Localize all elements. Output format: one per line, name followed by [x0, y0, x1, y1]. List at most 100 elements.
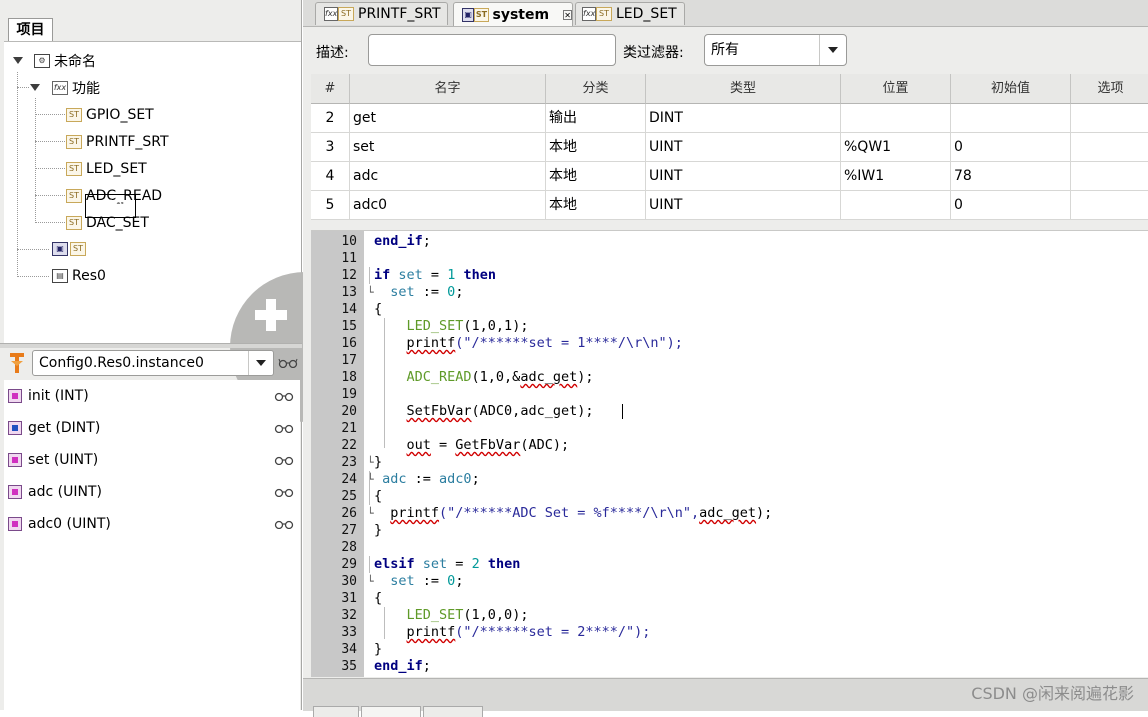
chevron-down-icon[interactable]	[248, 351, 273, 375]
col-header-number[interactable]: #	[311, 74, 350, 104]
st-icon: ST	[66, 189, 82, 203]
table-cell[interactable]: %IW1	[841, 162, 951, 191]
table-cell[interactable]: 本地	[546, 191, 646, 220]
text-caret	[622, 404, 623, 419]
table-cell[interactable]: get	[350, 104, 546, 133]
code-line-22: out = GetFbVar(ADC);	[374, 437, 569, 454]
glasses-icon[interactable]	[274, 519, 294, 529]
instance-value: Config0.Res0.instance0	[39, 355, 204, 371]
tree-item-printf-srt[interactable]: ST PRINTF_SRT	[66, 131, 169, 153]
glasses-icon[interactable]	[274, 423, 294, 433]
table-cell[interactable]	[1071, 162, 1148, 191]
table-cell[interactable]: UINT	[646, 191, 841, 220]
close-icon[interactable]: ✕	[563, 10, 572, 20]
st-icon: ST	[70, 242, 86, 256]
debug-var-init[interactable]: init (INT)	[4, 381, 300, 411]
bottom-tab[interactable]	[313, 706, 359, 717]
line-number: 25	[311, 488, 357, 505]
line-number: 26	[311, 505, 357, 522]
line-number: 19	[311, 386, 357, 403]
function-icon: fxx	[582, 7, 596, 21]
table-cell[interactable]: DINT	[646, 104, 841, 133]
debug-variable-list: init (INT) get (DINT) set (UINT) adc (UI…	[4, 380, 300, 710]
bottom-tab[interactable]	[423, 706, 483, 717]
glasses-icon[interactable]	[274, 487, 294, 497]
chevron-down-icon[interactable]	[819, 35, 846, 65]
table-cell[interactable]	[951, 104, 1071, 133]
tab-system[interactable]: ▣ ST system ✕	[453, 2, 573, 26]
variable-icon	[8, 389, 22, 403]
expand-root-icon[interactable]	[13, 57, 23, 64]
table-cell[interactable]	[1071, 104, 1148, 133]
debug-icon	[8, 352, 26, 374]
table-cell[interactable]: 输出	[546, 104, 646, 133]
table-cell[interactable]: 0	[951, 133, 1071, 162]
table-cell[interactable]: UINT	[646, 162, 841, 191]
table-cell[interactable]: %QW1	[841, 133, 951, 162]
program-icon: ▣	[52, 242, 68, 256]
line-number: 27	[311, 522, 357, 539]
debug-var-adc0[interactable]: adc0 (UINT)	[4, 509, 300, 539]
table-cell[interactable]: 本地	[546, 133, 646, 162]
table-cell[interactable]: 78	[951, 162, 1071, 191]
debug-var-label: adc (UINT)	[28, 484, 102, 500]
col-header-type[interactable]: 类型	[646, 74, 841, 104]
debug-var-set[interactable]: set (UINT)	[4, 445, 300, 475]
table-cell[interactable]: 4	[311, 162, 350, 191]
table-cell[interactable]	[841, 104, 951, 133]
table-cell[interactable]: UINT	[646, 133, 841, 162]
instance-select[interactable]: Config0.Res0.instance0	[32, 350, 274, 376]
left-panel: 项目 ⚙ 未命名 fxx 功能 ST GPIO_SET ST P	[0, 0, 302, 710]
desc-label: 描述:	[316, 42, 349, 62]
variable-icon	[8, 453, 22, 467]
code-line-18: ADC_READ(1,0,&adc_get);	[374, 369, 594, 386]
col-header-name[interactable]: 名字	[350, 74, 546, 104]
table-cell[interactable]: 3	[311, 133, 350, 162]
table-cell[interactable]: 5	[311, 191, 350, 220]
table-cell[interactable]	[1071, 191, 1148, 220]
glasses-icon[interactable]	[274, 455, 294, 465]
col-header-location[interactable]: 位置	[841, 74, 951, 104]
table-cell[interactable]	[1071, 133, 1148, 162]
table-cell[interactable]	[841, 191, 951, 220]
col-header-initial-value[interactable]: 初始值	[951, 74, 1071, 104]
glasses-icon[interactable]	[274, 391, 294, 401]
debug-var-label: set (UINT)	[28, 452, 98, 468]
expand-folder-icon[interactable]	[30, 84, 40, 91]
glasses-icon[interactable]	[278, 358, 298, 368]
tree-item-system[interactable]: ▣ ST	[52, 238, 86, 260]
bottom-tab[interactable]	[361, 706, 421, 717]
table-cell[interactable]: adc	[350, 162, 546, 191]
tree-item-led-set[interactable]: ST LED_SET	[66, 158, 147, 180]
line-number: 35	[311, 658, 357, 675]
code-line-12: if set = 1 then	[374, 267, 496, 284]
code-line-26: printf("/******ADC Set = %f****/\r\n",ad…	[374, 505, 772, 522]
class-filter-select[interactable]: 所有	[704, 34, 847, 66]
table-cell[interactable]: 本地	[546, 162, 646, 191]
tab-led-set[interactable]: fxx ST LED_SET	[575, 2, 685, 25]
code-line-34: }	[374, 641, 382, 658]
tree-item-label: PRINTF_SRT	[86, 134, 169, 150]
line-number: 16	[311, 335, 357, 352]
col-header-class[interactable]: 分类	[546, 74, 646, 104]
tab-printf-srt[interactable]: fxx ST PRINTF_SRT	[315, 2, 448, 25]
line-number: 34	[311, 641, 357, 658]
table-cell[interactable]: set	[350, 133, 546, 162]
tree-item-gpio-set[interactable]: ST GPIO_SET	[66, 104, 154, 126]
tree-folder[interactable]: fxx 功能	[52, 77, 100, 99]
code-line-14: {	[374, 301, 382, 318]
debug-var-get[interactable]: get (DINT)	[4, 413, 300, 443]
project-tab[interactable]: 项目	[8, 18, 53, 42]
table-cell[interactable]: adc0	[350, 191, 546, 220]
tree-root[interactable]: ⚙ 未命名	[34, 50, 96, 72]
table-cell[interactable]: 0	[951, 191, 1071, 220]
tree-item-system-edit[interactable]: system	[85, 194, 136, 218]
col-header-option[interactable]: 选项	[1071, 74, 1148, 104]
debug-var-adc[interactable]: adc (UINT)	[4, 477, 300, 507]
code-editor[interactable]: 10 11 12 13 14 15 16 17 18 19 20 21 22 2…	[311, 230, 1148, 677]
desc-input[interactable]	[368, 34, 616, 66]
tree-item-res0[interactable]: ▤ Res0	[52, 265, 106, 287]
st-icon: ST	[66, 216, 82, 230]
tree-item-label: Res0	[72, 268, 106, 284]
table-cell[interactable]: 2	[311, 104, 350, 133]
